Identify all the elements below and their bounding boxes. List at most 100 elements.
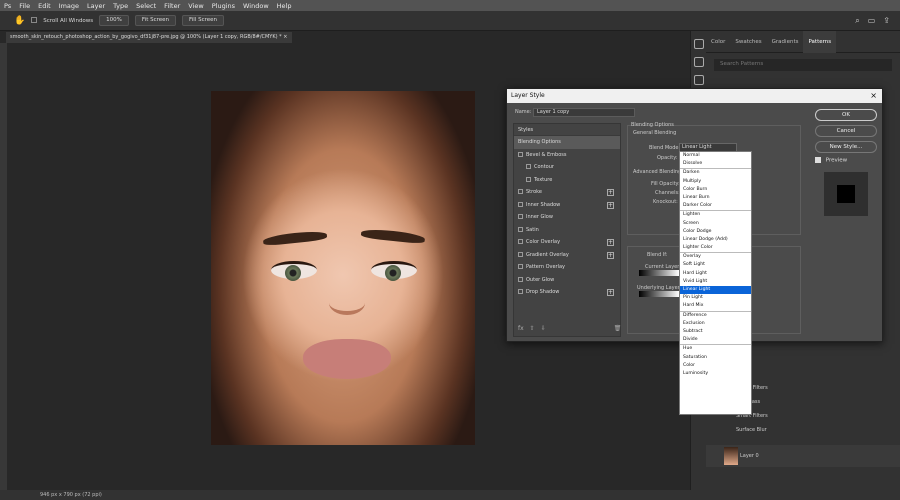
blend-mode-option-hard-mix[interactable]: Hard Mix: [680, 302, 751, 310]
cancel-button[interactable]: Cancel: [815, 125, 877, 137]
style-item-inner-shadow[interactable]: Inner Shadow +: [514, 199, 620, 212]
blend-mode-option-lighten[interactable]: Lighten: [680, 211, 751, 219]
style-item-gradient-overlay[interactable]: Gradient Overlay +: [514, 249, 620, 262]
blend-mode-option-hue[interactable]: Hue: [680, 345, 751, 353]
menu-image[interactable]: Image: [55, 2, 83, 10]
style-checkbox[interactable]: [518, 251, 523, 257]
app-logo-icon[interactable]: Ps: [0, 2, 15, 10]
add-instance-icon[interactable]: +: [607, 201, 614, 209]
zoom-100-button[interactable]: 100%: [99, 15, 129, 26]
layer-row[interactable]: Layer 0: [706, 445, 900, 467]
styles-header[interactable]: Styles: [514, 124, 620, 136]
style-checkbox[interactable]: [518, 276, 523, 282]
style-checkbox[interactable]: [518, 226, 523, 232]
history-icon[interactable]: [693, 39, 704, 49]
style-checkbox[interactable]: [518, 151, 523, 157]
blend-mode-option-color-burn[interactable]: Color Burn: [680, 186, 751, 194]
add-instance-icon[interactable]: +: [607, 289, 614, 296]
menu-layer[interactable]: Layer: [83, 2, 109, 10]
style-item-stroke[interactable]: Stroke +: [514, 186, 620, 199]
blend-mode-option-darken[interactable]: Darken: [680, 169, 751, 177]
add-instance-icon[interactable]: +: [607, 251, 614, 259]
menu-window[interactable]: Window: [239, 2, 273, 10]
add-instance-icon[interactable]: +: [607, 189, 614, 196]
ok-button[interactable]: OK: [815, 109, 877, 121]
underlying-layer-slider[interactable]: [639, 291, 679, 297]
blend-mode-option-difference[interactable]: Difference: [680, 312, 751, 320]
menu-plugins[interactable]: Plugins: [208, 2, 239, 10]
hand-tool-icon[interactable]: ✋: [14, 16, 25, 26]
fit-screen-button[interactable]: Fit Screen: [134, 15, 177, 26]
blend-mode-option-multiply[interactable]: Multiply: [680, 178, 751, 186]
scroll-all-windows-checkbox[interactable]: [31, 16, 38, 25]
preview-toggle[interactable]: Preview: [815, 157, 877, 164]
search-icon[interactable]: ⌕: [855, 16, 859, 26]
blend-mode-option-linear-burn[interactable]: Linear Burn: [680, 194, 751, 202]
blend-mode-option-linear-light[interactable]: Linear Light: [680, 286, 751, 295]
tab-gradients[interactable]: Gradients: [767, 39, 804, 45]
style-item-color-overlay[interactable]: Color Overlay +: [514, 236, 620, 249]
style-item-outer-glow[interactable]: Outer Glow: [514, 274, 620, 287]
blend-mode-option-linear-dodge-add[interactable]: Linear Dodge (Add): [680, 236, 751, 244]
blend-mode-option-divide[interactable]: Divide: [680, 336, 751, 344]
blend-mode-option-pin-light[interactable]: Pin Light: [680, 294, 751, 302]
menu-edit[interactable]: Edit: [34, 2, 55, 10]
blend-mode-option-screen[interactable]: Screen: [680, 220, 751, 228]
style-checkbox[interactable]: [518, 264, 523, 269]
blend-mode-option-saturation[interactable]: Saturation: [680, 354, 751, 362]
blend-mode-option-vivid-light[interactable]: Vivid Light: [680, 278, 751, 286]
style-item-contour[interactable]: Contour: [514, 161, 620, 174]
share-icon[interactable]: ⇪: [883, 16, 890, 26]
layer-row[interactable]: Surface Blur: [706, 423, 900, 437]
blend-mode-option-lighter-color[interactable]: Lighter Color: [680, 244, 751, 252]
blend-mode-option-darker-color[interactable]: Darker Color: [680, 202, 751, 210]
add-instance-icon[interactable]: +: [607, 239, 614, 246]
blend-mode-option-exclusion[interactable]: Exclusion: [680, 320, 751, 328]
style-item-inner-glow[interactable]: Inner Glow: [514, 211, 620, 224]
workspace-icon[interactable]: ▭: [868, 16, 876, 26]
style-checkbox[interactable]: [518, 289, 523, 294]
menu-filter[interactable]: Filter: [160, 2, 184, 10]
tab-swatches[interactable]: Swatches: [730, 39, 766, 45]
move-down-icon[interactable]: ⇩: [541, 325, 546, 332]
menu-file[interactable]: File: [15, 2, 34, 10]
tab-color[interactable]: Color: [706, 39, 730, 45]
menu-view[interactable]: View: [184, 2, 207, 10]
blend-mode-option-hard-light[interactable]: Hard Light: [680, 270, 751, 278]
menu-help[interactable]: Help: [273, 2, 296, 10]
document-tab[interactable]: smooth_skin_retouch_photoshop_action_by_…: [6, 32, 292, 43]
blend-mode-option-color[interactable]: Color: [680, 362, 751, 370]
blend-mode-option-luminosity[interactable]: Luminosity: [680, 370, 751, 378]
preview-checkbox[interactable]: [815, 157, 821, 163]
style-checkbox[interactable]: [526, 164, 531, 169]
style-item-pattern-overlay[interactable]: Pattern Overlay: [514, 261, 620, 274]
style-item-satin[interactable]: Satin: [514, 224, 620, 237]
style-checkbox[interactable]: [518, 189, 523, 194]
move-up-icon[interactable]: ⇧: [530, 325, 535, 332]
blend-mode-option-subtract[interactable]: Subtract: [680, 328, 751, 336]
blend-mode-option-color-dodge[interactable]: Color Dodge: [680, 228, 751, 236]
style-item-drop-shadow[interactable]: Drop Shadow +: [514, 286, 620, 299]
style-checkbox[interactable]: [518, 201, 523, 207]
style-checkbox[interactable]: [526, 176, 531, 182]
close-icon[interactable]: ×: [870, 89, 877, 103]
trash-icon[interactable]: 🗑: [614, 325, 622, 332]
style-item-texture[interactable]: Texture: [514, 174, 620, 187]
fill-screen-button[interactable]: Fill Screen: [182, 15, 225, 26]
blend-mode-option-overlay[interactable]: Overlay: [680, 253, 751, 261]
fx-icon[interactable]: fx: [518, 325, 524, 332]
properties-icon[interactable]: [693, 57, 704, 67]
blend-mode-option-normal[interactable]: Normal: [680, 152, 751, 160]
pattern-search-input[interactable]: Search Patterns: [714, 59, 892, 71]
blend-mode-option-soft-light[interactable]: Soft Light: [680, 261, 751, 269]
blend-mode-option-dissolve[interactable]: Dissolve: [680, 160, 751, 168]
style-item-blending-options[interactable]: Blending Options: [514, 136, 620, 149]
close-icon[interactable]: ×: [283, 34, 287, 40]
current-layer-slider[interactable]: [639, 270, 679, 276]
name-field[interactable]: Layer 1 copy: [533, 108, 635, 117]
new-style-button[interactable]: New Style...: [815, 141, 877, 153]
menu-select[interactable]: Select: [132, 2, 160, 10]
tab-patterns[interactable]: Patterns: [803, 30, 837, 53]
style-checkbox[interactable]: [518, 239, 523, 244]
style-checkbox[interactable]: [518, 214, 523, 219]
